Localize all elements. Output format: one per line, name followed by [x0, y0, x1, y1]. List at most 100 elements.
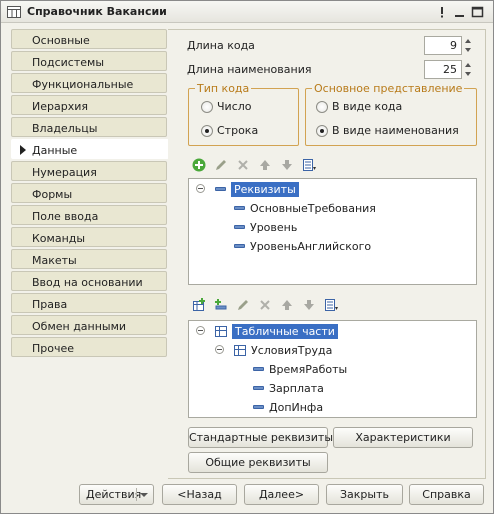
sort-list-icon[interactable]: [322, 296, 340, 314]
code-length-stepper-icon[interactable]: [463, 36, 473, 55]
nav-item-label: Данные: [32, 144, 78, 157]
actions-label: Действия: [86, 488, 142, 501]
nav-item-input-field[interactable]: Поле ввода: [11, 205, 167, 225]
code-type-number-radio[interactable]: Число: [201, 100, 252, 113]
code-length-label: Длина кода: [187, 39, 255, 52]
nav-item-commands[interactable]: Команды: [11, 227, 167, 247]
minimize-icon[interactable]: [453, 5, 467, 19]
help-button[interactable]: Справка: [409, 484, 484, 505]
nav-item-hierarchy[interactable]: Иерархия: [11, 95, 167, 115]
move-up-icon[interactable]: [256, 156, 274, 174]
nav-item-label: Формы: [32, 188, 73, 201]
nav-item-subsystems[interactable]: Подсистемы: [11, 51, 167, 71]
more-icon[interactable]: [435, 5, 449, 19]
collapse-icon[interactable]: [196, 326, 205, 335]
tree-node-label: Зарплата: [269, 381, 324, 395]
standard-attributes-button[interactable]: Стандартные реквизиты: [188, 427, 333, 448]
nav-item-label: Прочее: [32, 342, 75, 355]
tree-node-label: УсловияТруда: [251, 343, 333, 357]
move-down-icon[interactable]: [278, 156, 296, 174]
delete-icon[interactable]: [256, 296, 274, 314]
next-button[interactable]: Далее>: [244, 484, 319, 505]
nav-item-templates[interactable]: Макеты: [11, 249, 167, 269]
name-length-input[interactable]: 25: [424, 60, 462, 79]
table-icon: [215, 325, 227, 337]
tree-node-attribute[interactable]: Зарплата: [253, 380, 324, 396]
attributes-icon: [215, 187, 226, 191]
data-panel: Длина кода 9 Длина наименования 25 Тип к…: [168, 29, 486, 479]
edit-icon[interactable]: [234, 296, 252, 314]
nav-item-label: Основные: [32, 34, 90, 47]
tree-node-attribute[interactable]: ОсновныеТребования: [234, 200, 376, 216]
nav-item-label: Ввод на основании: [32, 276, 143, 289]
presentation-name-radio[interactable]: В виде наименования: [316, 124, 459, 137]
catalog-icon: [7, 6, 21, 18]
sort-list-icon[interactable]: [300, 156, 318, 174]
add-attribute-icon[interactable]: [212, 296, 230, 314]
nav-item-rights[interactable]: Права: [11, 293, 167, 313]
nav-item-label: Иерархия: [32, 100, 88, 113]
tree-node-tabular-part[interactable]: УсловияТруда: [234, 342, 332, 358]
maximize-icon[interactable]: [471, 5, 485, 19]
name-length-stepper-icon[interactable]: [463, 60, 473, 79]
nav-item-other[interactable]: Прочее: [11, 337, 167, 357]
presentation-code-radio[interactable]: В виде кода: [316, 100, 402, 113]
tree-node-label: ВремяРаботы: [269, 362, 348, 376]
tree-node-attribute[interactable]: ДопИнфа: [253, 399, 323, 415]
nav-item-forms[interactable]: Формы: [11, 183, 167, 203]
main-presentation-legend: Основное представление: [314, 82, 463, 95]
tree-node-attribute[interactable]: УровеньАнглийского: [234, 238, 371, 254]
tree-node-tabular-parts[interactable]: Табличные части: [215, 323, 338, 339]
common-attributes-button[interactable]: Общие реквизиты: [188, 452, 328, 473]
add-icon[interactable]: [190, 156, 208, 174]
nav-item-owners[interactable]: Владельцы: [11, 117, 167, 137]
sections-nav: Основные Подсистемы Функциональные опции…: [11, 29, 169, 481]
tree-node-label: ДопИнфа: [269, 400, 324, 414]
code-length-input[interactable]: 9: [424, 36, 462, 55]
characteristics-button[interactable]: Характеристики: [333, 427, 473, 448]
nav-item-input-based-on[interactable]: Ввод на основании: [11, 271, 167, 291]
tree-node-attribute[interactable]: Уровень: [234, 219, 297, 235]
nav-item-main[interactable]: Основные: [11, 29, 167, 49]
window-title: Справочник Вакансии: [27, 5, 167, 18]
nav-item-numbering[interactable]: Нумерация: [11, 161, 167, 181]
actions-button[interactable]: Действия: [79, 484, 154, 505]
add-table-icon[interactable]: [190, 296, 208, 314]
name-length-label: Длина наименования: [187, 63, 312, 76]
nav-item-label: Подсистемы: [32, 56, 105, 69]
nav-item-label: Владельцы: [32, 122, 98, 135]
tabular-parts-tree: Табличные части УсловияТруда ВремяРаботы…: [188, 320, 477, 418]
radio-label: Строка: [217, 124, 259, 137]
collapse-icon[interactable]: [215, 345, 224, 354]
attribute-icon: [234, 206, 245, 210]
radio-on-icon: [316, 124, 328, 137]
move-down-icon[interactable]: [300, 296, 318, 314]
code-type-string-radio[interactable]: Строка: [201, 124, 258, 137]
chevron-down-icon: [140, 493, 148, 497]
dialog-window: Справочник Вакансии Основные Подсистемы …: [0, 0, 494, 514]
tree-node-attribute[interactable]: ВремяРаботы: [253, 361, 347, 377]
nav-item-data-exchange[interactable]: Обмен данными: [11, 315, 167, 335]
code-type-legend: Тип кода: [197, 82, 250, 95]
close-button[interactable]: Закрыть: [326, 484, 403, 505]
radio-off-icon: [201, 100, 213, 113]
nav-item-functional-options[interactable]: Функциональные опции: [11, 73, 167, 104]
table-icon: [234, 344, 246, 356]
tabular-toolbar: [190, 296, 340, 314]
tree-node-attributes[interactable]: Реквизиты: [215, 181, 299, 197]
attribute-icon: [234, 225, 245, 229]
attribute-icon: [253, 386, 264, 390]
title-bar: Справочник Вакансии: [1, 1, 493, 23]
tree-node-label: Табличные части: [232, 323, 338, 339]
attribute-icon: [253, 405, 264, 409]
back-button[interactable]: <Назад: [162, 484, 237, 505]
nav-item-data[interactable]: Данные: [11, 139, 169, 159]
nav-item-label: Нумерация: [32, 166, 97, 179]
radio-label: В виде наименования: [332, 124, 459, 137]
radio-off-icon: [316, 100, 328, 113]
collapse-icon[interactable]: [196, 184, 205, 193]
move-up-icon[interactable]: [278, 296, 296, 314]
attribute-icon: [253, 367, 264, 371]
delete-icon[interactable]: [234, 156, 252, 174]
edit-icon[interactable]: [212, 156, 230, 174]
